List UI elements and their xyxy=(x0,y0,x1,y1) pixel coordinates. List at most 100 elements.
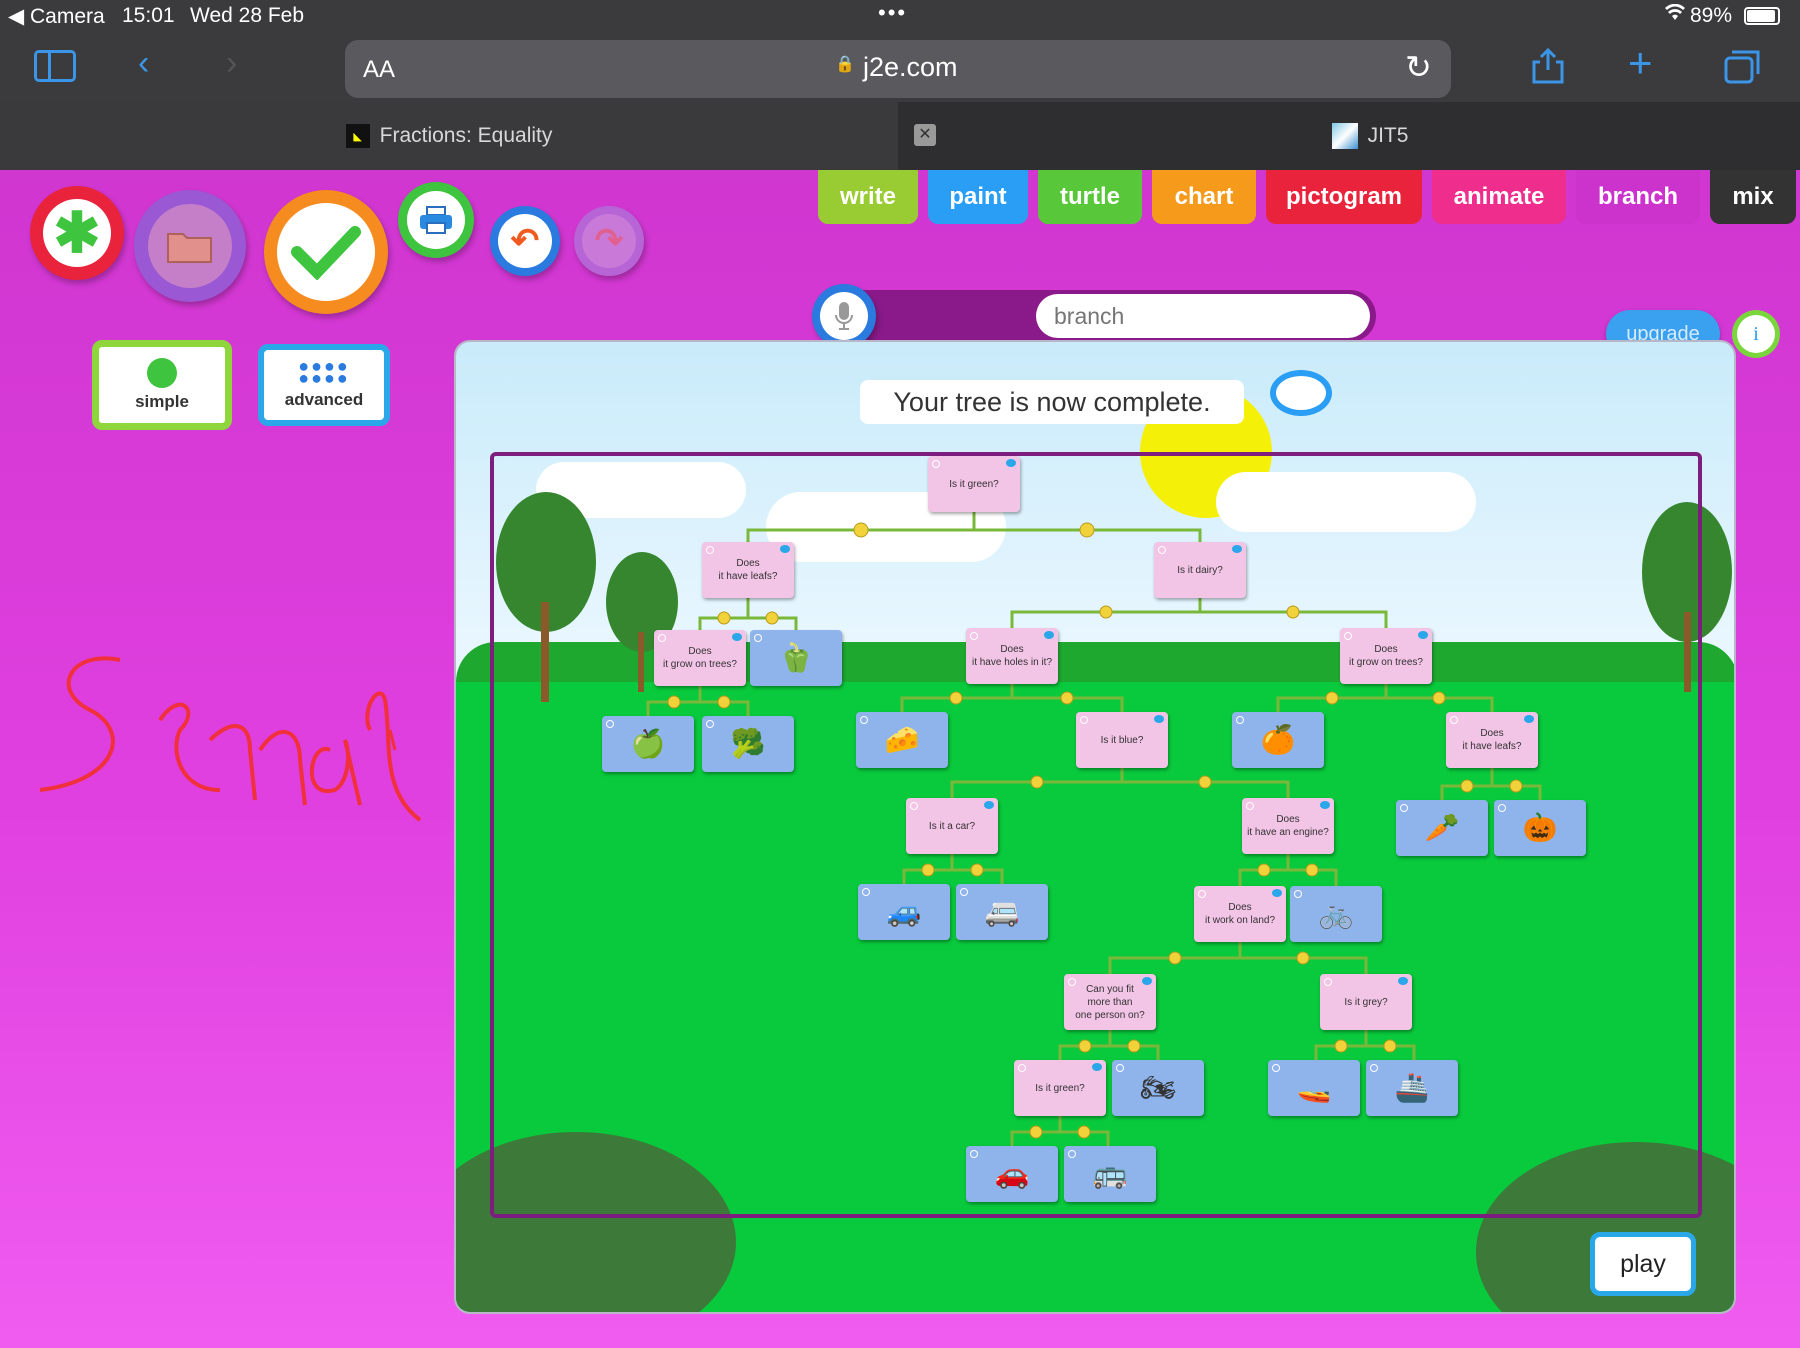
tab-branch[interactable]: branch xyxy=(1576,170,1700,224)
question-node[interactable]: Does it grow on trees? xyxy=(654,630,746,686)
tab-pictogram[interactable]: pictogram xyxy=(1266,170,1422,224)
question-node[interactable]: Does it work on land? xyxy=(1194,886,1286,942)
tab-fractions[interactable]: ◣ Fractions: Equality xyxy=(0,102,898,170)
handwritten-signature xyxy=(39,656,422,822)
status-bar: ◀ Camera 15:01 Wed 28 Feb ••• 89% xyxy=(0,0,1800,32)
advanced-mode-button[interactable]: ●●●● ●●●● advanced xyxy=(258,344,390,426)
leaf-node-pumpkin[interactable]: 🎃 xyxy=(1494,800,1586,856)
leaf-node-bus[interactable]: 🚌 xyxy=(1064,1146,1156,1202)
question-node[interactable]: Does it have leafs? xyxy=(1446,712,1538,768)
new-file-button[interactable]: ✱ xyxy=(30,186,124,280)
pumpkin-icon: 🎃 xyxy=(1522,811,1558,843)
checkmark-icon xyxy=(277,203,375,301)
leaf-node-apple[interactable]: 🍏 xyxy=(602,716,694,772)
advanced-label: advanced xyxy=(284,390,364,409)
undo-button[interactable]: ↶ xyxy=(490,206,560,276)
tab-chart[interactable]: chart xyxy=(1152,170,1256,224)
tab-strip: ◣ Fractions: Equality ✕ JIT5 xyxy=(0,102,1800,170)
leaf-node-pepper[interactable]: 🫑 xyxy=(750,630,842,686)
leaf-node-carrot[interactable]: 🥕 xyxy=(1396,800,1488,856)
branch-canvas[interactable]: Your tree is now complete. Is it green? … xyxy=(454,340,1736,1314)
wifi-icon xyxy=(1664,3,1686,28)
url-text: j2e.com xyxy=(863,52,958,82)
simple-mode-button[interactable]: simple xyxy=(92,340,232,430)
open-folder-button[interactable] xyxy=(134,190,246,302)
circle-icon xyxy=(147,358,177,388)
reload-icon[interactable]: ↻ xyxy=(1405,48,1432,86)
bicycle-icon: 🚲 xyxy=(1318,897,1354,929)
lock-icon: 🔒 xyxy=(835,56,855,73)
clock: 15:01 xyxy=(122,4,175,27)
dots-grid-icon: ●●●● ●●●● xyxy=(298,356,350,388)
tabs-overview-icon[interactable] xyxy=(1722,48,1762,92)
redo-arrow-icon: ↷ xyxy=(582,214,636,268)
redo-button[interactable]: ↷ xyxy=(574,206,644,276)
microphone-icon xyxy=(820,292,868,340)
question-node[interactable]: Does it have holes in it? xyxy=(966,628,1058,684)
apple-icon: 🍏 xyxy=(630,727,666,759)
cheese-icon: 🧀 xyxy=(884,723,920,755)
leaf-node-grey-boat[interactable]: 🚤 xyxy=(1268,1060,1360,1116)
question-node[interactable]: Is it dairy? xyxy=(1154,542,1246,598)
orange-icon: 🍊 xyxy=(1260,723,1296,755)
undo-arrow-icon: ↶ xyxy=(498,214,552,268)
new-tab-plus-icon[interactable]: + xyxy=(1628,42,1653,84)
ship-icon: 🚢 xyxy=(1394,1071,1430,1103)
forward-arrow-icon: › xyxy=(226,44,238,82)
phet-favicon-icon: ◣ xyxy=(345,124,370,148)
close-tab-icon[interactable]: ✕ xyxy=(914,124,936,146)
question-node[interactable]: Is it a car? xyxy=(906,798,998,854)
leaf-node-green-car[interactable]: 🚗 xyxy=(966,1146,1058,1202)
leaf-node-cheese[interactable]: 🧀 xyxy=(856,712,948,768)
question-node[interactable]: Can you fit more than one person on? xyxy=(1064,974,1156,1030)
play-button[interactable]: play xyxy=(1590,1232,1696,1296)
date: Wed 28 Feb xyxy=(190,4,305,27)
back-to-camera[interactable]: ◀ Camera xyxy=(8,4,105,29)
leaf-node-blue-car[interactable]: 🚙 xyxy=(858,884,950,940)
blue-van-icon: 🚐 xyxy=(984,895,1020,927)
bus-icon: 🚌 xyxy=(1092,1157,1128,1189)
leaf-node-blue-van[interactable]: 🚐 xyxy=(956,884,1048,940)
address-bar[interactable]: AA 🔒 j2e.com ↻ xyxy=(345,40,1451,98)
tab-turtle[interactable]: turtle xyxy=(1038,170,1142,224)
leaf-node-broccoli[interactable]: 🥦 xyxy=(702,716,794,772)
tab-label: Fractions: Equality xyxy=(379,124,553,147)
simple-label: simple xyxy=(135,392,189,411)
info-icon: i xyxy=(1737,315,1775,353)
jit5-favicon-icon xyxy=(1331,123,1358,149)
carrot-icon: 🥕 xyxy=(1424,811,1460,843)
multitask-dots-icon[interactable]: ••• xyxy=(878,0,907,26)
leaf-node-ship[interactable]: 🚢 xyxy=(1366,1060,1458,1116)
print-button[interactable] xyxy=(398,182,474,258)
question-node[interactable]: Does it grow on trees? xyxy=(1340,628,1432,684)
question-node[interactable]: Is it green? xyxy=(1014,1060,1106,1116)
tab-jit5[interactable]: JIT5 xyxy=(940,102,1800,170)
leaf-node-motorbike[interactable]: 🏍 xyxy=(1112,1060,1204,1116)
asterisk-icon: ✱ xyxy=(43,199,111,267)
battery-percent: 89% xyxy=(1690,4,1733,27)
question-node[interactable]: Does it have an engine? xyxy=(1242,798,1334,854)
tab-mix[interactable]: mix xyxy=(1710,170,1796,224)
tab-label: JIT5 xyxy=(1367,124,1409,147)
microphone-button[interactable] xyxy=(812,284,876,348)
question-node[interactable]: Is it green? xyxy=(928,456,1020,512)
folder-icon xyxy=(148,204,232,288)
tab-paint[interactable]: paint xyxy=(928,170,1028,224)
leaf-node-bicycle[interactable]: 🚲 xyxy=(1290,886,1382,942)
tab-animate[interactable]: animate xyxy=(1432,170,1566,224)
sidebar-icon[interactable] xyxy=(34,50,76,82)
question-node[interactable]: Is it blue? xyxy=(1076,712,1168,768)
save-button[interactable] xyxy=(264,190,388,314)
boat-icon: 🚤 xyxy=(1296,1071,1332,1103)
question-node[interactable]: Is it grey? xyxy=(1320,974,1412,1030)
tab-write[interactable]: write xyxy=(818,170,918,224)
question-node[interactable]: Does it have leafs? xyxy=(702,542,794,598)
blue-car-icon: 🚙 xyxy=(886,895,922,927)
text-size-button[interactable]: AA xyxy=(363,56,395,84)
search-input[interactable] xyxy=(1036,294,1370,338)
leaf-node-orange[interactable]: 🍊 xyxy=(1232,712,1324,768)
broccoli-icon: 🥦 xyxy=(730,727,766,759)
share-icon[interactable] xyxy=(1530,46,1566,92)
info-button[interactable]: i xyxy=(1732,310,1780,358)
back-arrow-icon[interactable]: ‹ xyxy=(138,46,149,80)
